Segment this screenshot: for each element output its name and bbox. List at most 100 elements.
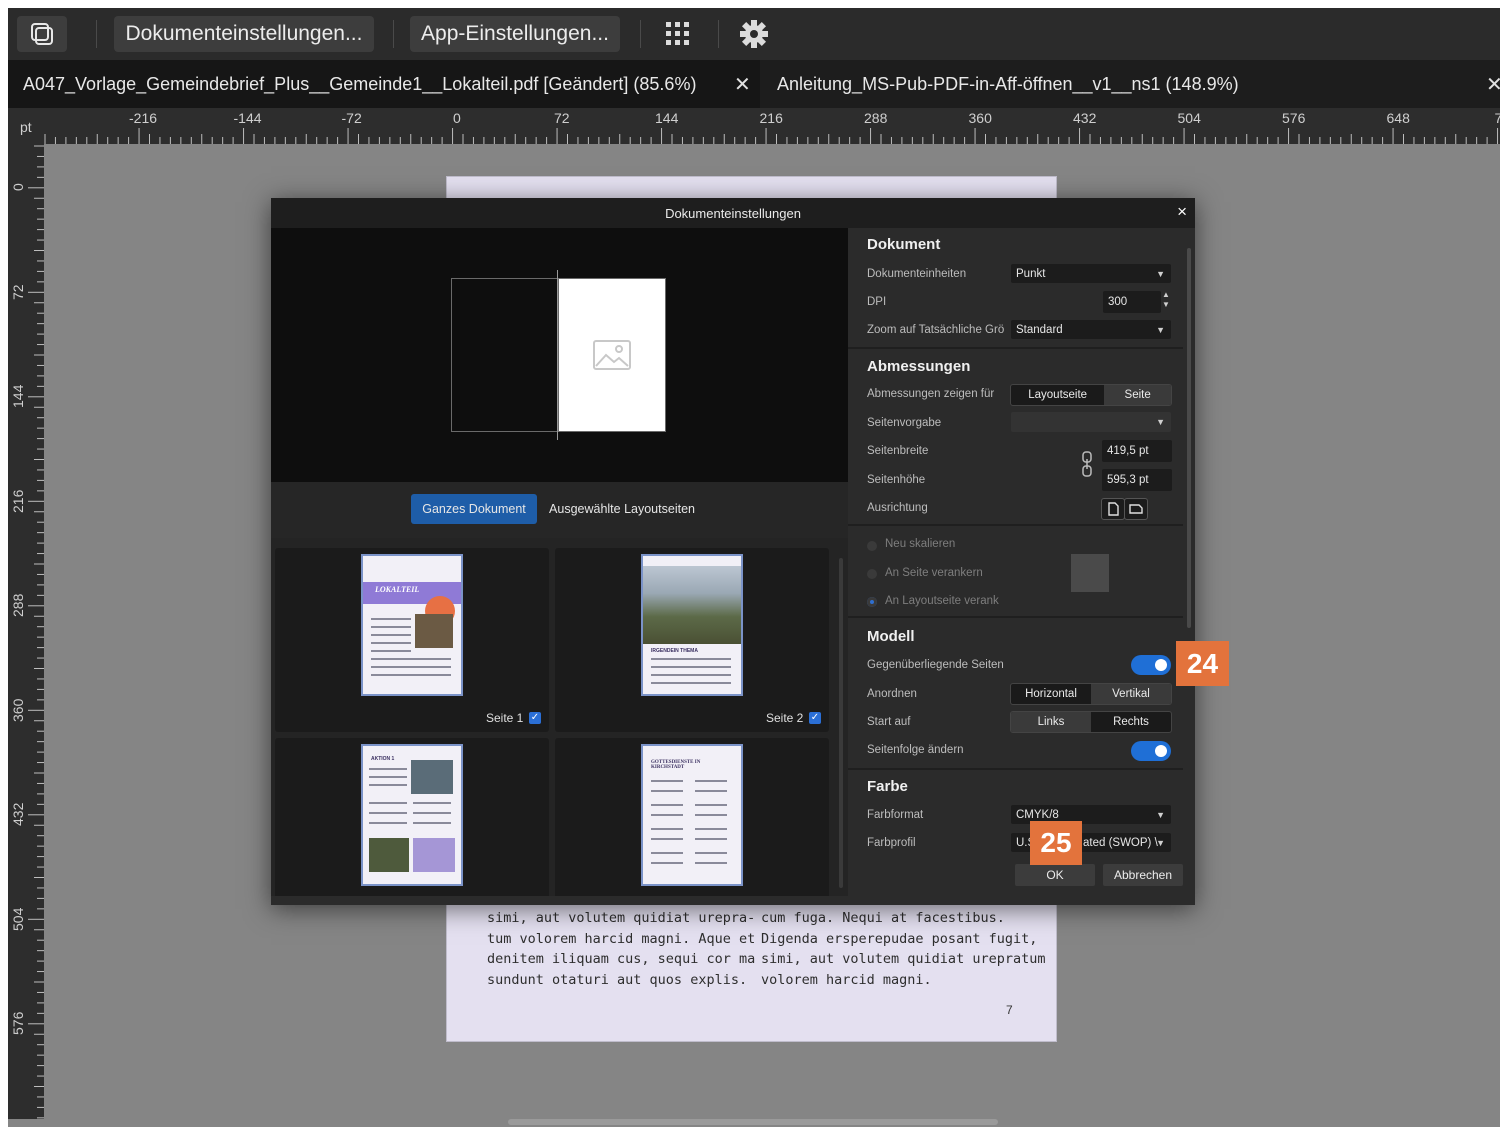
landscape-icon[interactable]: [1124, 498, 1148, 520]
thumbnails-scrollbar[interactable]: [839, 558, 843, 888]
section-title-model: Modell: [867, 628, 915, 645]
tab-document-2[interactable]: Anleitung_MS-Pub-PDF-in-Aff-öffnen__v1__…: [762, 60, 1500, 108]
thumbnail-label: Seite 1: [486, 711, 524, 725]
rescale-radio[interactable]: [867, 541, 877, 551]
dpi-label: DPI: [867, 296, 887, 308]
dims-for-layout-page[interactable]: Layoutseite: [1011, 385, 1104, 405]
divider: [848, 347, 1183, 349]
page-number: 7: [1006, 1003, 1013, 1017]
ruler-label: 144: [10, 384, 26, 408]
page-order-label: Seitenfolge ändern: [867, 744, 964, 756]
dims-for-page[interactable]: Seite: [1104, 385, 1171, 405]
anchor-grid-icon[interactable]: [1071, 554, 1109, 592]
thumbnail-cell[interactable]: AKTION 1: [275, 738, 549, 896]
units-select[interactable]: Punkt ▼: [1011, 264, 1171, 283]
ruler-label: 72: [554, 110, 570, 126]
app-window: Dokumenteinstellungen... App-Einstellung…: [8, 8, 1500, 1127]
left-page-preview: [451, 278, 559, 432]
thumbnail-cell[interactable]: LOKALTEIL Seite 1 ✓: [275, 548, 549, 732]
zoom-select[interactable]: Standard ▼: [1011, 320, 1171, 339]
window-icon: [31, 23, 53, 45]
step-badge-25: 25: [1030, 821, 1082, 865]
page-thumbnail: AKTION 1: [361, 744, 463, 886]
horizontal-ruler[interactable]: pt -216 -144 -72 0 72 144 216 288 360 432 504 576 64…: [8, 108, 1500, 144]
ruler-ticks: [44, 128, 1499, 144]
start-left[interactable]: Links: [1011, 712, 1091, 732]
start-right[interactable]: Rechts: [1091, 712, 1171, 732]
document-settings-button[interactable]: Dokumenteinstellungen...: [114, 16, 374, 52]
start-label: Start auf: [867, 716, 911, 728]
section-title-color: Farbe: [867, 778, 908, 795]
height-input[interactable]: 595,3 pt: [1102, 469, 1172, 491]
width-label: Seitenbreite: [867, 445, 929, 457]
width-input[interactable]: 419,5 pt: [1102, 440, 1172, 462]
ruler-label: -72: [341, 110, 362, 126]
ruler-label: 504: [1177, 110, 1201, 126]
vertical-ruler[interactable]: 0 72 144 216 288 360 432 504 576: [8, 144, 44, 1119]
thumbnail-checkbox[interactable]: ✓: [529, 712, 541, 724]
thumb-heading: AKTION 1: [371, 756, 395, 762]
thumb-heading: IRGENDEIN THEMA: [651, 648, 698, 654]
thumb-heading: GOTTESDIENSTE IN KIRCHSTADT: [651, 760, 701, 770]
height-label: Seitenhöhe: [867, 474, 926, 486]
arrange-vertical[interactable]: Vertikal: [1091, 684, 1171, 704]
preset-select[interactable]: ▼: [1011, 412, 1171, 432]
ruler-label: 0: [453, 110, 461, 126]
arrange-segmented[interactable]: Horizontal Vertikal: [1010, 683, 1172, 705]
toolbar-separator: [718, 20, 719, 48]
page-thumbnail: LOKALTEIL: [361, 554, 463, 696]
ruler-label: 504: [10, 907, 26, 931]
facing-pages-label: Gegenüberliegende Seiten: [867, 659, 1004, 671]
page-order-toggle[interactable]: [1131, 741, 1171, 761]
page-selection-mode: Ganzes Dokument Ausgewählte Layoutseiten: [271, 482, 848, 538]
portrait-icon[interactable]: [1101, 498, 1125, 520]
anchor-layout-radio[interactable]: [867, 597, 877, 607]
page-thumbnails: LOKALTEIL Seite 1 ✓ IRGENDEIN THEMA Seit…: [271, 538, 848, 896]
toolbar: Dokumenteinstellungen... App-Einstellung…: [8, 8, 1500, 60]
selected-pages-button[interactable]: Ausgewählte Layoutseiten: [547, 494, 697, 524]
horizontal-scrollbar[interactable]: [508, 1119, 998, 1125]
body-text-column-1: simi, aut volutem quidiat urepra- tum vo…: [487, 910, 756, 988]
right-page-preview: [558, 278, 666, 432]
thumb-heading: LOKALTEIL: [375, 585, 420, 594]
panel-scrollbar[interactable]: [1187, 248, 1191, 628]
zoom-label: Zoom auf Tatsächliche Grö: [867, 324, 1005, 336]
chevron-down-icon: ▼: [1156, 837, 1165, 848]
orientation-label: Ausrichtung: [867, 502, 928, 514]
close-tab-icon[interactable]: ✕: [734, 72, 751, 97]
ok-button[interactable]: OK: [1015, 864, 1095, 886]
thumbnail-cell[interactable]: IRGENDEIN THEMA Seite 2 ✓: [555, 548, 829, 732]
color-format-label: Farbformat: [867, 809, 924, 821]
ruler-label: 72: [10, 283, 26, 300]
section-title-document: Dokument: [867, 236, 941, 253]
tab-document-1[interactable]: A047_Vorlage_Gemeindebrief_Plus__Gemeind…: [8, 60, 760, 108]
dims-for-segmented[interactable]: Layoutseite Seite: [1010, 384, 1172, 406]
arrange-horizontal[interactable]: Horizontal: [1011, 684, 1091, 704]
gear-icon[interactable]: [738, 18, 770, 55]
start-segmented[interactable]: Links Rechts: [1010, 711, 1172, 733]
divider: [848, 524, 1183, 526]
link-chain-icon[interactable]: [1081, 450, 1093, 478]
ruler-label: -144: [233, 110, 262, 126]
dpi-input[interactable]: 300: [1103, 291, 1161, 313]
grid-icon[interactable]: [664, 20, 692, 53]
dpi-stepper-icon[interactable]: ▲ ▼: [1162, 290, 1170, 310]
thumb-image: [369, 838, 409, 872]
whole-document-button[interactable]: Ganzes Dokument: [411, 494, 537, 524]
spine-line: [557, 270, 558, 440]
rescale-label: Neu skalieren: [885, 538, 956, 550]
settings-panel: Dokument Dokumenteinheiten Punkt ▼ DPI 30…: [848, 228, 1195, 905]
cancel-button[interactable]: Abbrechen: [1103, 864, 1183, 886]
toggle-ui-button[interactable]: [17, 16, 67, 52]
close-icon[interactable]: ×: [1177, 202, 1187, 222]
app-settings-button[interactable]: App-Einstellungen...: [410, 16, 620, 52]
anchor-page-radio[interactable]: [867, 569, 877, 579]
step-badge-24: 24: [1176, 641, 1229, 686]
anchor-page-label: An Seite verankern: [885, 567, 983, 579]
divider: [848, 616, 1183, 618]
thumbnail-cell[interactable]: GOTTESDIENSTE IN KIRCHSTADT: [555, 738, 829, 896]
thumb-image: [415, 614, 453, 648]
facing-pages-toggle[interactable]: [1131, 655, 1171, 675]
thumbnail-checkbox[interactable]: ✓: [809, 712, 821, 724]
close-tab-icon[interactable]: ✕: [1486, 72, 1500, 97]
